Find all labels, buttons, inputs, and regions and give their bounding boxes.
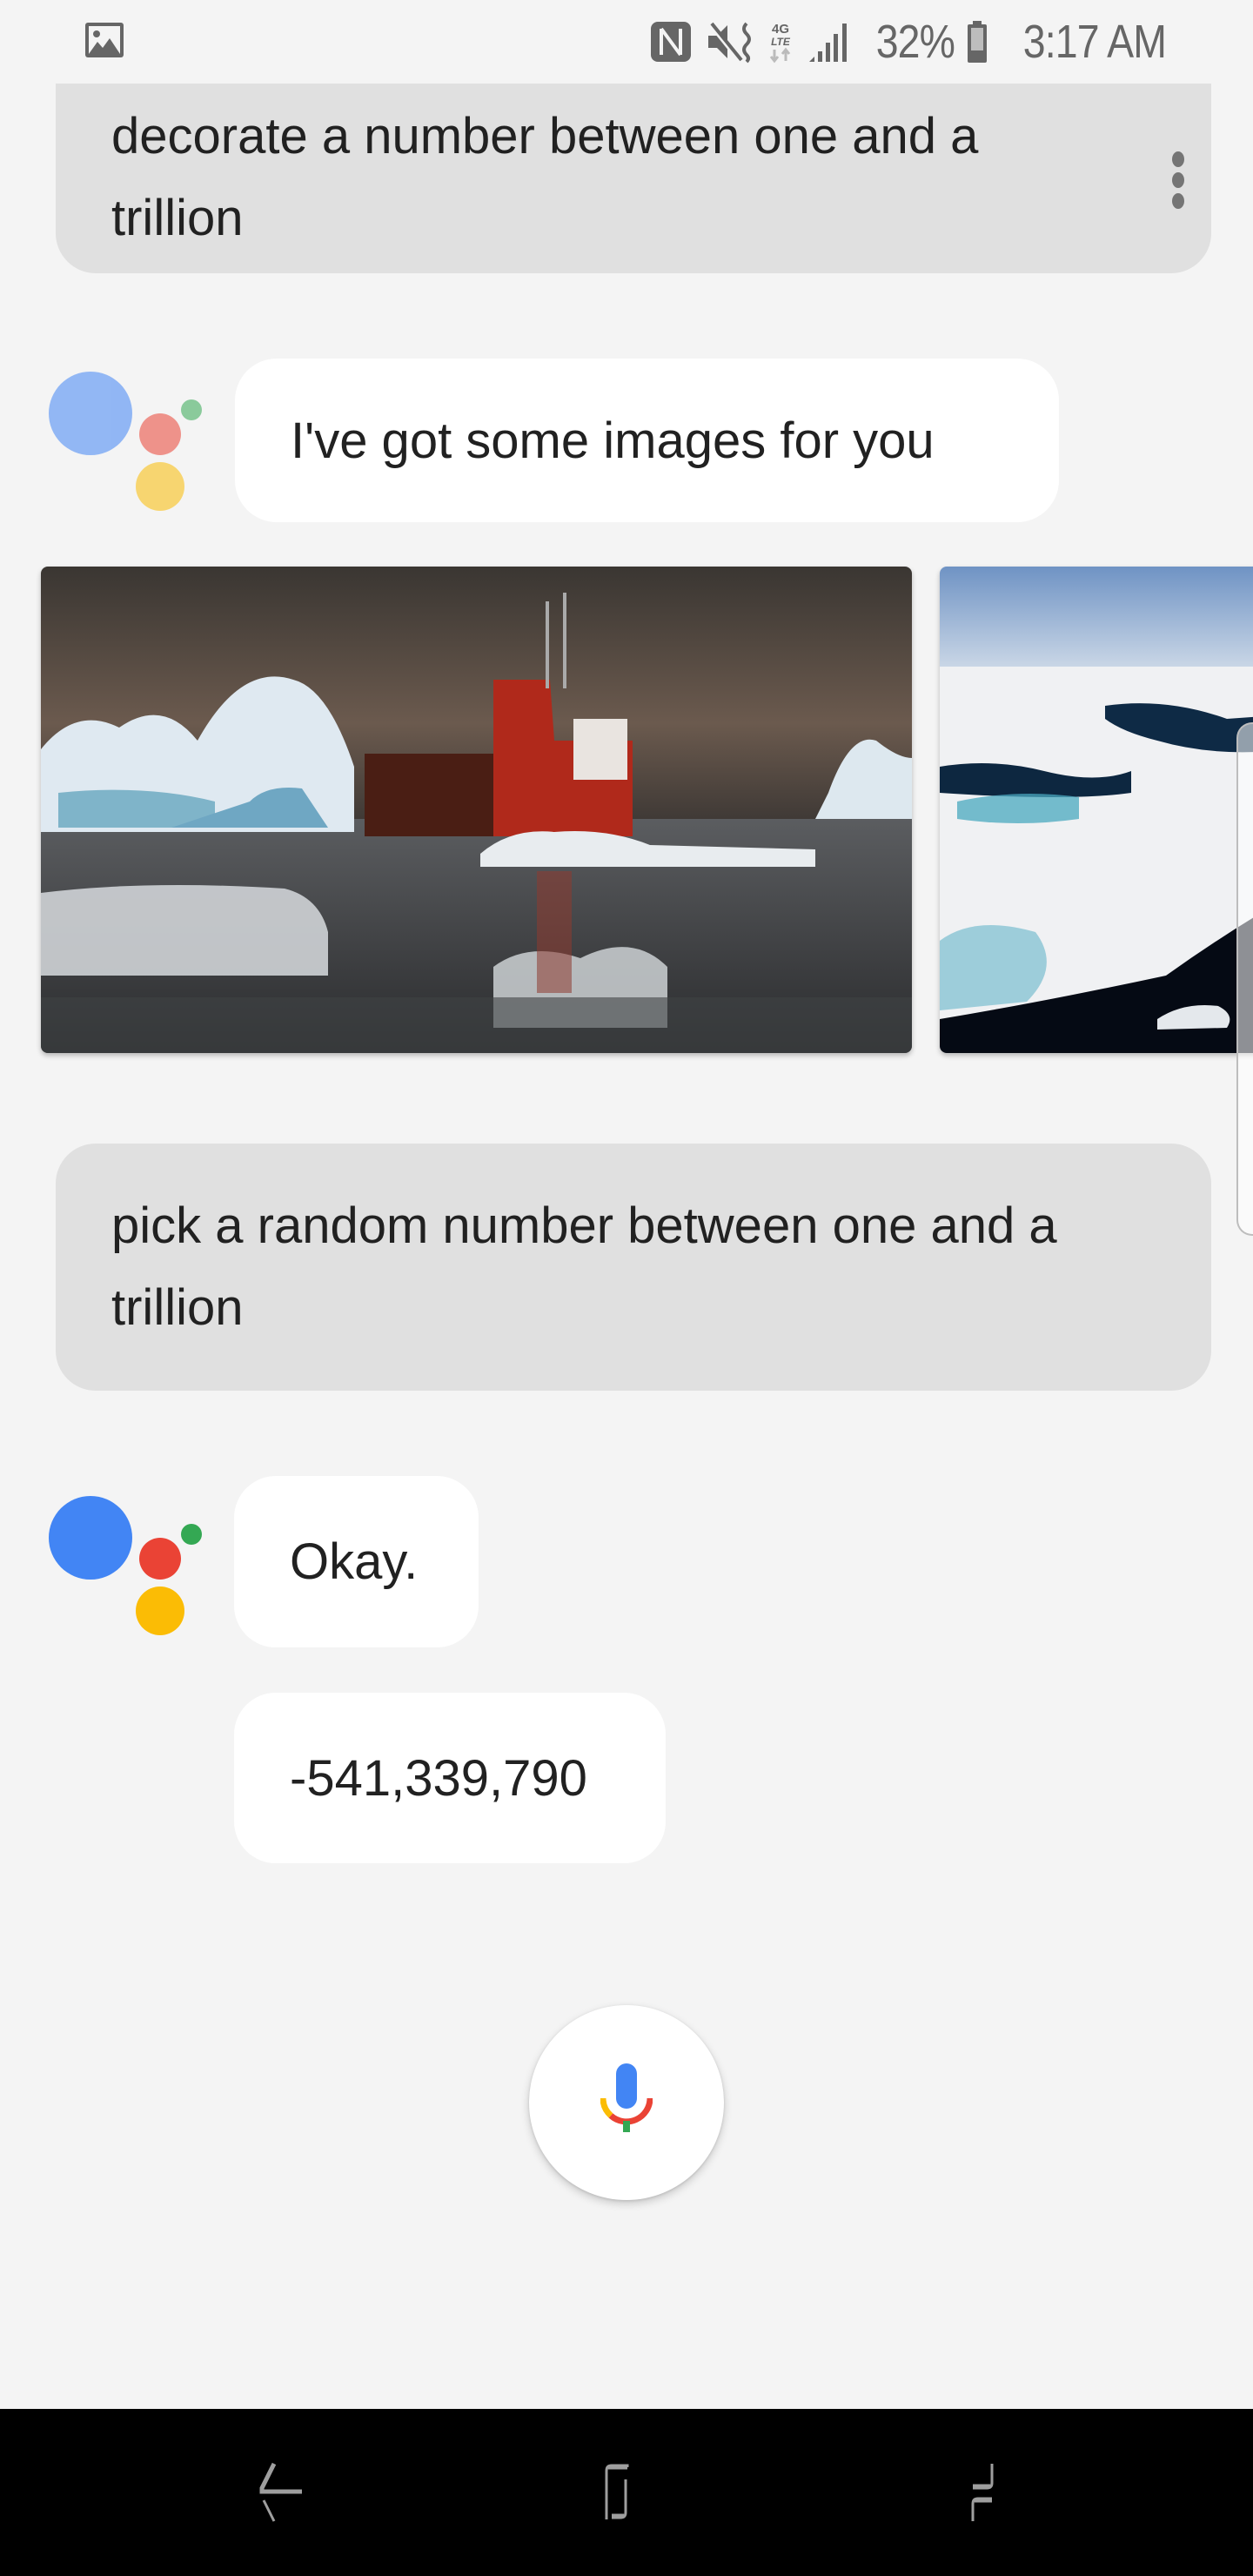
conversation-area[interactable]: decorate a number between one and a tril… (0, 0, 1253, 2409)
svg-text:4G: 4G (772, 22, 789, 37)
image-result-boat-icebergs[interactable] (41, 567, 912, 1053)
mic-button[interactable] (529, 2005, 724, 2200)
user-query-bubble[interactable]: pick a random number between one and a t… (56, 1144, 1211, 1391)
avatar-green-dot (181, 1524, 202, 1545)
status-bar: 4G LTE 32% 3:17 AM (0, 0, 1253, 84)
avatar-blue-dot (49, 1496, 132, 1580)
nfc-icon (650, 22, 691, 62)
recent-apps-icon (971, 2464, 994, 2521)
back-button[interactable] (226, 2440, 331, 2545)
signal-icon (808, 23, 847, 62)
boat-icebergs-image (41, 567, 912, 1053)
avatar-blue-dot (49, 372, 132, 455)
assistant-response-bubble: Okay. (234, 1476, 479, 1647)
user-query-line: trillion (111, 1279, 244, 1336)
home-button[interactable] (574, 2440, 679, 2545)
edge-panel-handle[interactable] (1236, 722, 1253, 1236)
avatar-yellow-dot (136, 1587, 184, 1635)
user-query-line: pick a random number between one and a (111, 1197, 1057, 1254)
assistant-response-text: Okay. (290, 1533, 419, 1590)
avatar-red-dot (139, 1538, 181, 1580)
gallery-icon (85, 23, 124, 57)
assistant-avatar (35, 1472, 209, 1647)
avatar-red-dot (139, 413, 181, 455)
battery-percentage: 32% (875, 16, 955, 68)
random-number-result-bubble: -541,339,790 (234, 1693, 666, 1863)
recent-apps-button[interactable] (927, 2440, 1031, 2545)
assistant-avatar (35, 348, 209, 522)
more-options-icon[interactable] (1169, 151, 1187, 212)
assistant-response-bubble: I've got some images for you (235, 359, 1059, 522)
status-icons: 4G LTE 32% 3:17 AM (649, 14, 1167, 70)
user-query-line: decorate a number between one and a (111, 108, 979, 164)
random-number-result: -541,339,790 (290, 1749, 587, 1807)
svg-text:LTE: LTE (771, 36, 791, 48)
microphone-icon (600, 2063, 653, 2132)
4g-lte-data-icon: 4G LTE (769, 22, 791, 64)
home-square-icon (605, 2464, 629, 2519)
assistant-response-text: I've got some images for you (291, 412, 935, 469)
back-arrow-icon (259, 2462, 302, 2522)
avatar-yellow-dot (136, 462, 184, 511)
vibrate-mute-icon (707, 22, 751, 64)
clock: 3:17 AM (1022, 16, 1167, 68)
battery-icon (967, 21, 987, 63)
user-query-line: trillion (111, 190, 244, 246)
navigation-bar (0, 2409, 1253, 2576)
image-carousel[interactable] (0, 567, 1253, 1054)
sea-ice-image (940, 567, 1253, 1053)
image-result-sea-ice[interactable] (940, 567, 1253, 1053)
avatar-green-dot (181, 399, 202, 420)
